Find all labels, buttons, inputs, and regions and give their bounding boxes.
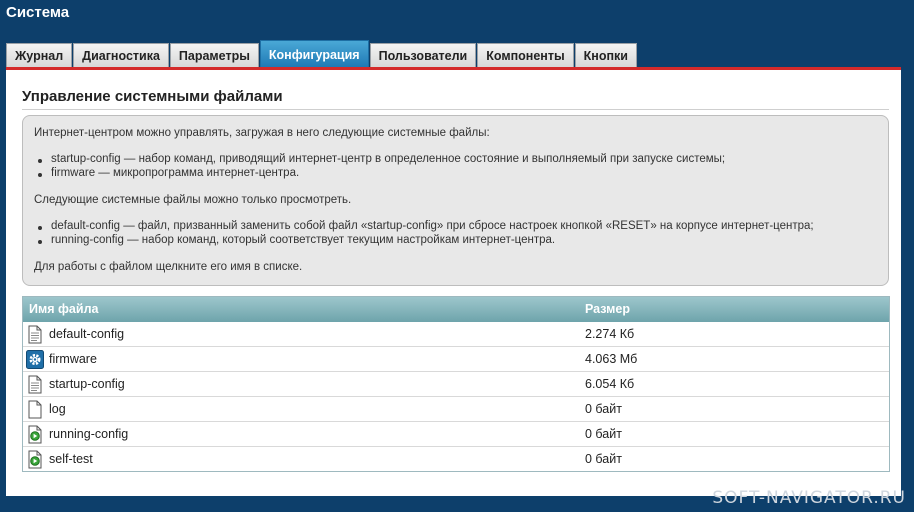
file-size: 0 байт [585, 452, 622, 466]
table-row[interactable]: log 0 байт [23, 397, 889, 422]
info-hint: Для работы с файлом щелкните его имя в с… [34, 261, 303, 273]
table-row[interactable]: running-config 0 байт [23, 422, 889, 447]
info-box: Интернет-центром можно управлять, загруж… [22, 115, 889, 286]
file-size: 0 байт [585, 402, 622, 416]
tab-configuration[interactable]: Конфигурация [259, 40, 369, 68]
document-icon [28, 375, 42, 394]
files-table: Имя файла Размер default-config 2.274 Кб… [22, 296, 890, 472]
content-panel: Управление системными файлами Интернет-ц… [6, 67, 901, 496]
file-size: 6.054 Кб [585, 377, 635, 391]
file-name[interactable]: log [49, 402, 66, 416]
file-name[interactable]: default-config [49, 327, 124, 341]
gear-icon [26, 350, 44, 369]
info-intro: Интернет-центром можно управлять, загруж… [34, 127, 490, 139]
tab-journal[interactable]: Журнал [6, 43, 73, 68]
table-row[interactable]: startup-config 6.054 Кб [23, 372, 889, 397]
info-list-item: default-config — файл, призванный замени… [38, 220, 814, 232]
file-size: 0 байт [585, 427, 622, 441]
table-row[interactable]: self-test 0 байт [23, 447, 889, 472]
document-icon [28, 325, 42, 344]
file-name[interactable]: self-test [49, 452, 93, 466]
file-name[interactable]: running-config [49, 427, 128, 441]
watermark: SOFT-NAVIGATOR.RU [712, 488, 906, 508]
page-title: Управление системными файлами [22, 88, 283, 105]
table-header: Имя файла Размер [23, 297, 889, 322]
live-document-icon [28, 450, 42, 469]
tab-components[interactable]: Компоненты [477, 43, 574, 68]
app-title: Система [6, 4, 70, 21]
info-list-item: running-config — набор команд, который с… [37, 234, 556, 246]
table-row[interactable]: default-config 2.274 Кб [23, 322, 889, 347]
tab-bar: Журнал Диагностика Параметры Конфигураци… [6, 40, 638, 68]
info-list-item: firmware — микропрограмма интернет-центр… [37, 167, 300, 179]
file-size: 2.274 Кб [585, 327, 635, 341]
document-icon [28, 400, 42, 419]
file-name[interactable]: firmware [49, 352, 97, 366]
tab-users[interactable]: Пользователи [369, 43, 477, 68]
tab-parameters[interactable]: Параметры [169, 43, 259, 68]
info-list-item: startup-config — набор команд, приводящи… [37, 153, 726, 165]
table-row[interactable]: firmware 4.063 Мб [23, 347, 889, 372]
column-header-name: Имя файла [29, 302, 99, 316]
file-name[interactable]: startup-config [49, 377, 125, 391]
file-size: 4.063 Мб [585, 352, 638, 366]
info-view-intro: Следующие системные файлы можно только п… [34, 194, 352, 206]
live-document-icon [28, 425, 42, 444]
tab-buttons[interactable]: Кнопки [574, 43, 637, 68]
divider [22, 109, 889, 110]
column-header-size: Размер [585, 302, 631, 316]
tab-diagnostics[interactable]: Диагностика [73, 43, 169, 68]
